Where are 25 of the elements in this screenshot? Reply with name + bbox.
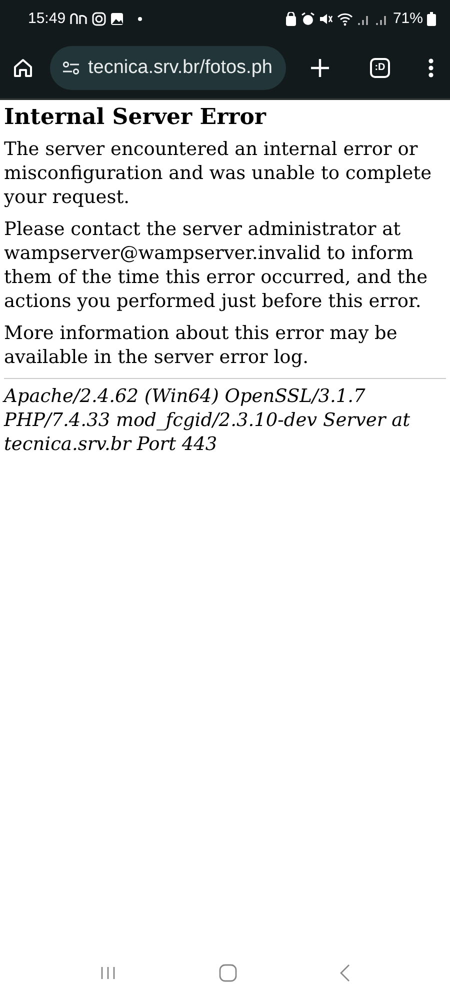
- error-message: The server encountered an internal error or misconfiguration and was unable to complete your request.: [4, 138, 433, 210]
- tab-switcher-button[interactable]: :D: [370, 58, 390, 78]
- recent-apps-button[interactable]: [99, 966, 117, 980]
- battery-icon: [427, 12, 436, 26]
- address-bar[interactable]: tecnica.srv.br/fotos.ph: [50, 46, 286, 90]
- battery-percent: 71%: [392, 8, 423, 29]
- alarm-icon: [300, 12, 315, 26]
- server-signature: Apache/2.4.62 (Win64) OpenSSL/3.1.7 PHP/7.4.33 mod_fcgid/2.3.10-dev Server at tecnica.srv.br Port 443: [4, 385, 412, 457]
- status-time: 15:49: [28, 8, 66, 29]
- site-settings-icon[interactable]: [62, 61, 80, 75]
- url-text: tecnica.srv.br/fotos.ph: [88, 56, 272, 80]
- mute-icon: [318, 12, 333, 26]
- error-heading: Internal Server Error: [4, 103, 268, 132]
- lock-icon: [284, 12, 297, 26]
- error-message: Please contact the server administrator at wampserver@wampserver.invalid to inform them of the time this error occurred, and the actions you performed just before this error.: [4, 218, 429, 314]
- gallery-icon: [110, 12, 124, 26]
- camera-app-icon: [92, 12, 106, 26]
- back-button[interactable]: [339, 964, 351, 982]
- home-button[interactable]: [12, 57, 34, 79]
- dot-icon: [136, 15, 144, 23]
- menu-button[interactable]: [428, 58, 434, 78]
- home-nav-button[interactable]: [219, 964, 237, 982]
- new-tab-button[interactable]: [310, 58, 330, 78]
- error-message: More information about this error may be available in the server error log.: [4, 322, 398, 370]
- wifi-icon: [336, 12, 353, 26]
